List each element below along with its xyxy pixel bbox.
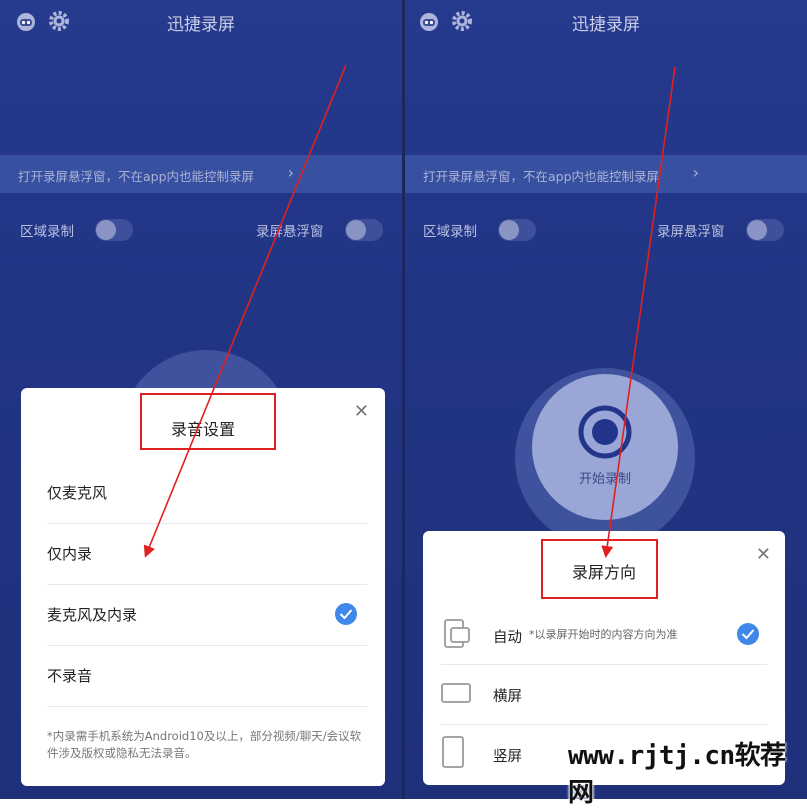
watermark: www.rjtj.cn软荐网 <box>568 741 786 808</box>
arrow-to-orientation <box>601 66 676 558</box>
annotation-arrows <box>143 64 676 558</box>
arrow-to-internal-audio <box>143 64 347 558</box>
